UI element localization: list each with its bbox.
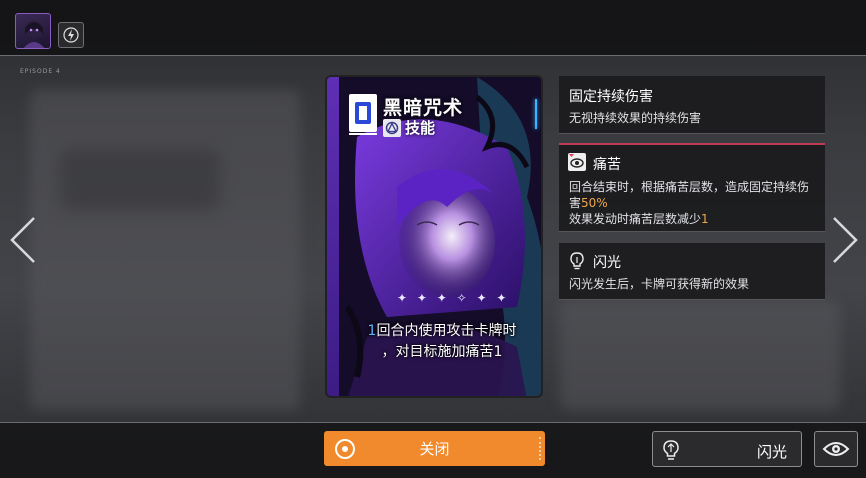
keyword-title: 痛苦 bbox=[593, 157, 621, 173]
top-bar bbox=[0, 0, 866, 56]
keyword-title: 闪光 bbox=[593, 255, 621, 271]
lightbulb-icon bbox=[663, 440, 679, 460]
keyword-text: 无视持续效果的持续伤害 bbox=[569, 111, 702, 125]
flash-button-label: 闪光 bbox=[756, 443, 787, 461]
character-portrait-icon bbox=[23, 20, 45, 48]
eye-icon bbox=[822, 442, 850, 456]
button-edge-dots bbox=[539, 437, 541, 460]
skill-icon bbox=[383, 118, 401, 137]
bg-shape bbox=[30, 90, 300, 410]
keyword-highlight: 1 bbox=[701, 212, 709, 226]
keyword-panel: 痛苦 回合结束时，根据痛苦层数，造成固定持续伤害50% 效果发动时痛苦层数减少1 bbox=[559, 143, 825, 232]
close-button[interactable]: 关闭 bbox=[324, 431, 545, 466]
episode-label: EPISODE 4 bbox=[20, 68, 61, 75]
keyword-text: 回合结束时，根据痛苦层数，造成固定持续伤害50% 效果发动时痛苦层数减少1 bbox=[569, 179, 817, 227]
keyword-title: 固定持续伤害 bbox=[569, 89, 653, 105]
pain-eye-icon bbox=[568, 153, 586, 171]
sparkle-decoration: ✦ ✦ ✦ ✧ ✦ ✦ bbox=[397, 291, 510, 305]
keyword-panel: 固定持续伤害 无视持续效果的持续伤害 bbox=[559, 76, 825, 134]
bg-shape bbox=[560, 300, 840, 410]
character-avatar[interactable] bbox=[15, 13, 51, 49]
card-type-label: 技能 bbox=[405, 119, 436, 137]
chevron-left-icon[interactable] bbox=[8, 216, 38, 264]
desc-text: 回合内使用攻击卡牌时 bbox=[376, 323, 517, 339]
keyword-text-part: 效果发动时痛苦层数减少 bbox=[569, 212, 702, 226]
flash-button[interactable]: 闪光 bbox=[652, 431, 802, 467]
lightning-button[interactable] bbox=[58, 22, 84, 48]
card-accent-line bbox=[535, 99, 537, 129]
keyword-panel: 闪光 闪光发生后，卡牌可获得新的效果 bbox=[559, 243, 825, 300]
close-button-label: 关闭 bbox=[419, 440, 450, 458]
eye-button[interactable] bbox=[814, 431, 858, 467]
card-cost-badge bbox=[349, 94, 377, 132]
keyword-text: 闪光发生后，卡牌可获得新的效果 bbox=[569, 277, 750, 291]
lightbulb-icon bbox=[570, 252, 584, 270]
desc-text: ，对目标施加痛苦 bbox=[381, 344, 494, 360]
card-left-strip bbox=[327, 77, 339, 396]
lightning-icon bbox=[63, 27, 79, 43]
card-title: 黑暗咒术 bbox=[383, 97, 464, 119]
cost-zero-glyph bbox=[355, 102, 371, 124]
keyword-highlight: 50% bbox=[581, 196, 608, 210]
card-description: 1回合内使用攻击卡牌时 ，对目标施加痛苦1 bbox=[339, 321, 541, 363]
card-preview: 黑暗咒术 技能 ✦ ✦ ✦ ✧ ✦ ✦ 1 回合内使用攻击卡牌时 ，对目标施加痛苦… bbox=[325, 75, 543, 398]
close-circle-icon bbox=[335, 439, 355, 459]
desc-number: 1 bbox=[493, 344, 503, 360]
chevron-right-icon[interactable] bbox=[830, 216, 860, 264]
card-type-row: 技能 bbox=[383, 117, 435, 138]
cost-underline bbox=[349, 133, 377, 135]
